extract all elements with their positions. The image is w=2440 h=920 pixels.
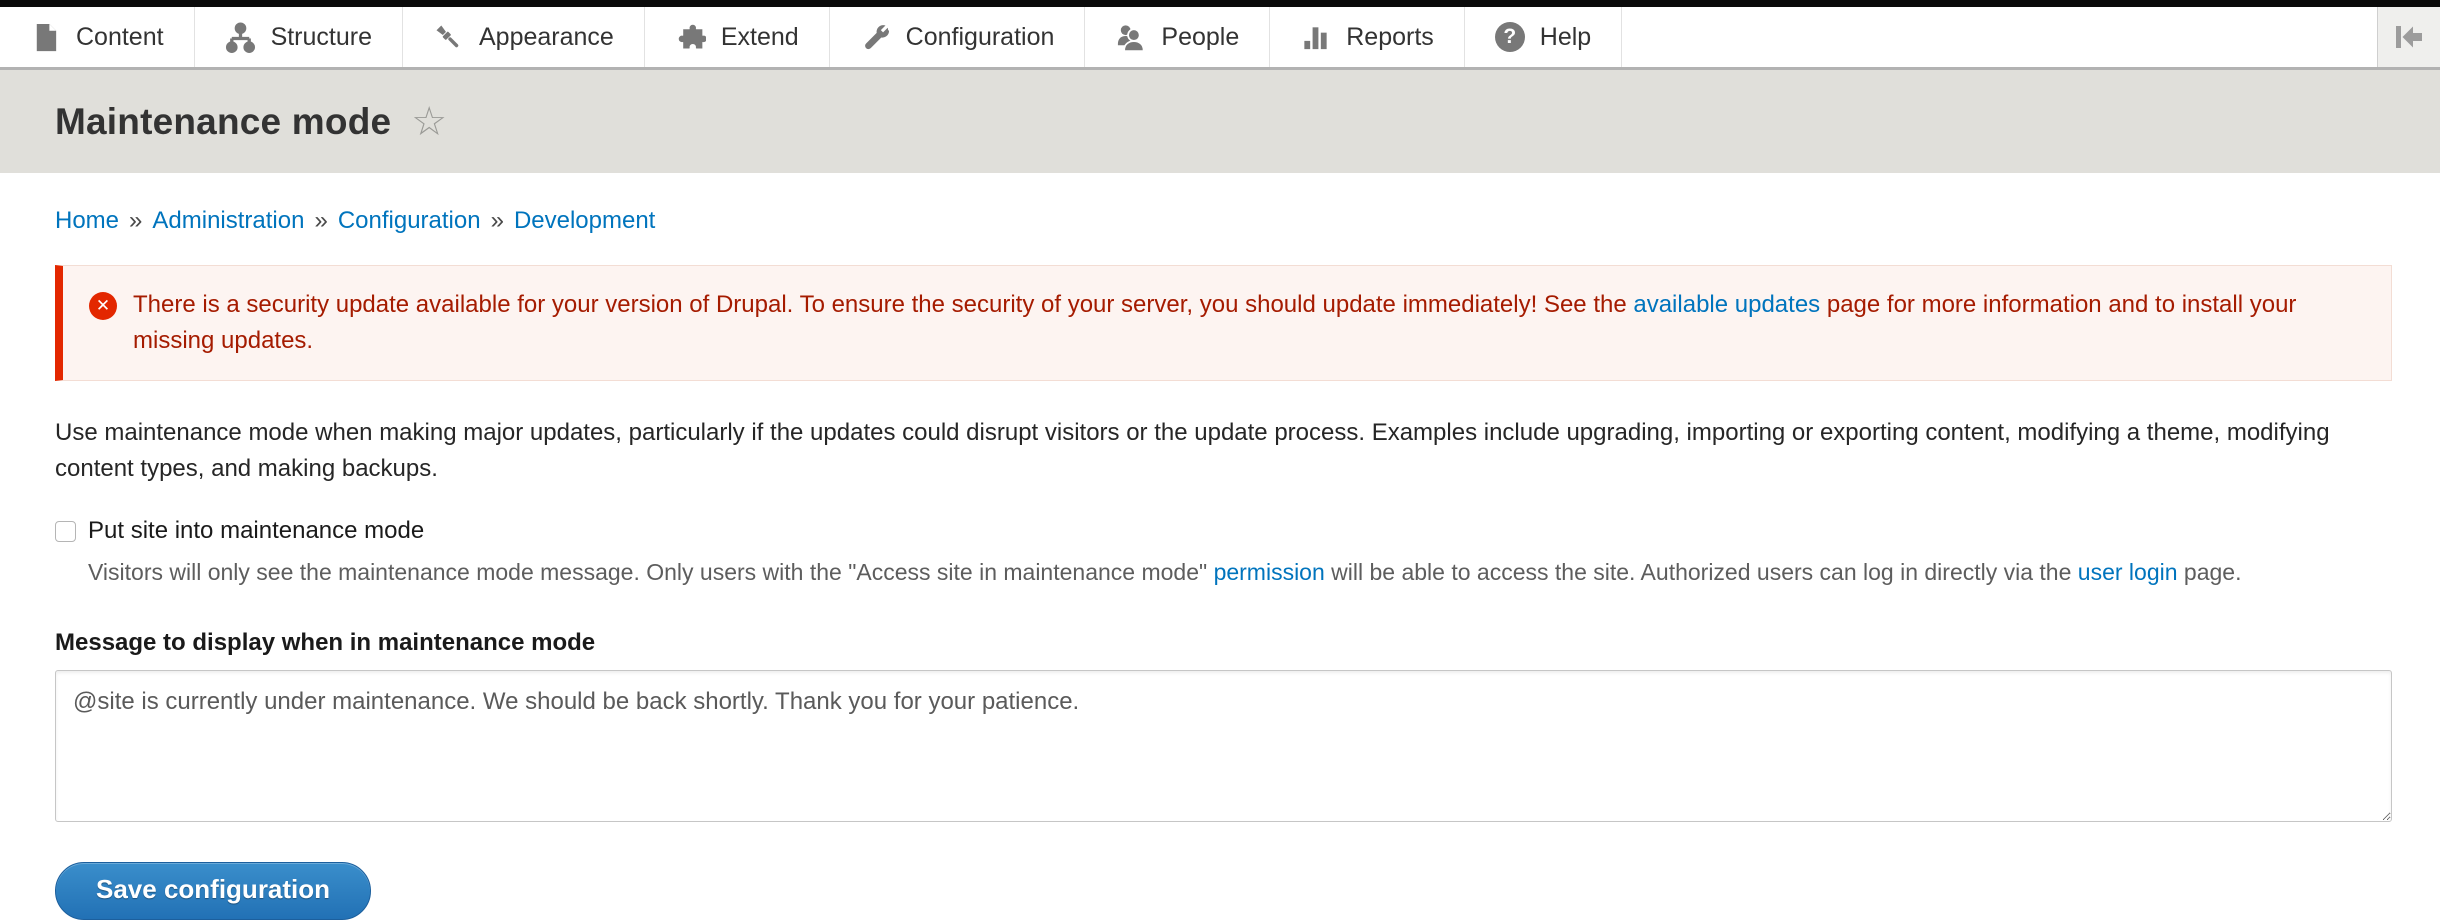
permission-link[interactable]: permission [1214, 559, 1325, 585]
toolbar-tab-label: Structure [271, 23, 372, 52]
maintenance-message-textarea[interactable]: @site is currently under maintenance. We… [55, 670, 2392, 822]
sitemap-icon [225, 22, 256, 53]
user-login-link[interactable]: user login [2078, 559, 2178, 585]
toolbar-tab-configuration[interactable]: Configuration [830, 7, 1086, 67]
main-content: Home » Administration » Configuration » Develo… [0, 207, 2440, 920]
wrench-icon [860, 22, 891, 53]
people-icon [1115, 22, 1146, 53]
toolbar-tab-reports[interactable]: Reports [1270, 7, 1465, 67]
document-icon [30, 22, 61, 53]
maintenance-mode-checkbox-row: Put site into maintenance mode [55, 517, 2392, 545]
checkbox-description-part3: page. [2178, 559, 2242, 585]
maintenance-mode-intro-text: Use maintenance mode when making major u… [55, 415, 2392, 487]
breadcrumb: Home » Administration » Configuration » Develo… [55, 207, 2392, 235]
breadcrumb-separator: » [314, 207, 327, 234]
star-outline-icon[interactable]: ☆ [411, 102, 447, 142]
breadcrumb-link-development[interactable]: Development [514, 207, 655, 234]
toolbar-tab-label: Extend [721, 23, 799, 52]
breadcrumb-link-administration[interactable]: Administration [152, 207, 304, 234]
puzzle-icon [675, 22, 706, 53]
checkbox-description-part1: Visitors will only see the maintenance m… [88, 559, 1214, 585]
error-icon: ✕ [89, 292, 117, 320]
help-icon: ? [1495, 22, 1525, 52]
toolbar-collapse-icon [2392, 20, 2426, 54]
toolbar-tab-help[interactable]: ? Help [1465, 7, 1622, 67]
toolbar-tab-people[interactable]: People [1085, 7, 1270, 67]
maintenance-mode-checkbox[interactable] [55, 521, 76, 542]
admin-toolbar: Content Structure Appearance Extend Configur… [0, 7, 2440, 70]
toolbar-tab-appearance[interactable]: Appearance [403, 7, 645, 67]
error-text: There is a security update available for… [133, 287, 2365, 359]
window-top-strip [0, 0, 2440, 7]
available-updates-link[interactable]: available updates [1633, 291, 1820, 318]
maintenance-message-label: Message to display when in maintenance m… [55, 629, 2392, 657]
save-configuration-button[interactable]: Save configuration [55, 862, 371, 920]
breadcrumb-link-home[interactable]: Home [55, 207, 119, 234]
toolbar-tab-label: Help [1540, 23, 1591, 52]
paintbrush-icon [433, 22, 464, 53]
toolbar-tab-structure[interactable]: Structure [195, 7, 403, 67]
security-update-error-message: ✕ There is a security update available f… [55, 265, 2392, 381]
maintenance-mode-checkbox-label[interactable]: Put site into maintenance mode [88, 517, 424, 545]
checkbox-description-part2: will be able to access the site. Authori… [1325, 559, 2078, 585]
maintenance-mode-checkbox-description: Visitors will only see the maintenance m… [88, 555, 2392, 589]
toolbar-tab-extend[interactable]: Extend [645, 7, 830, 67]
error-text-before: There is a security update available for… [133, 291, 1633, 318]
toolbar-tab-label: Configuration [906, 23, 1055, 52]
breadcrumb-separator: » [491, 207, 504, 234]
toolbar-tab-label: Appearance [479, 23, 614, 52]
toolbar-tab-label: People [1161, 23, 1239, 52]
toolbar-tab-content[interactable]: Content [0, 7, 195, 67]
page-title: Maintenance mode [55, 101, 391, 143]
breadcrumb-separator: » [129, 207, 142, 234]
breadcrumb-link-configuration[interactable]: Configuration [338, 207, 481, 234]
toolbar-spacer [1622, 7, 2377, 67]
toolbar-collapse-button[interactable] [2377, 7, 2440, 67]
toolbar-tab-label: Reports [1346, 23, 1434, 52]
toolbar-tab-label: Content [76, 23, 164, 52]
page-header: Maintenance mode ☆ [0, 70, 2440, 173]
barchart-icon [1300, 22, 1331, 53]
